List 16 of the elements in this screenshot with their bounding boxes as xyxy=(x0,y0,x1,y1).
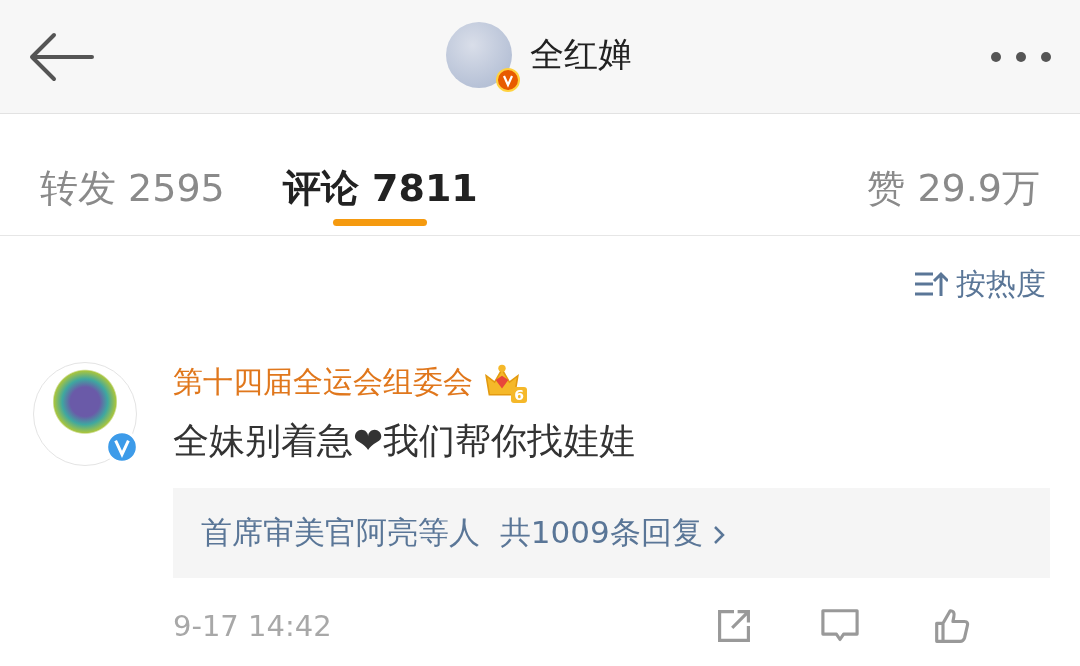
tab[interactable]: 赞 29.9万 xyxy=(867,114,1040,234)
tab[interactable]: 转发 2595 xyxy=(40,114,225,234)
replies-link[interactable]: 首席审美官阿亮等人 共1009条回复 xyxy=(173,488,1050,578)
profile-name: 全红婵 xyxy=(530,33,632,76)
comment-time: 9-17 14:42 xyxy=(173,609,332,643)
sort-button[interactable]: 按热度 xyxy=(914,264,1046,304)
back-icon[interactable] xyxy=(28,31,94,82)
author-name[interactable]: 第十四届全运会组委会 xyxy=(173,362,473,403)
thumbs-up-icon[interactable] xyxy=(933,608,970,644)
more-icon[interactable] xyxy=(990,50,1052,63)
chevron-right-icon xyxy=(712,524,725,545)
comment-text: 全妹别着急❤我们帮你找娃娃 xyxy=(173,419,637,463)
share-icon[interactable] xyxy=(715,608,752,644)
tab[interactable]: 评论 7811 xyxy=(282,114,478,234)
comment-icon[interactable] xyxy=(819,608,860,644)
sort-icon xyxy=(914,271,948,297)
